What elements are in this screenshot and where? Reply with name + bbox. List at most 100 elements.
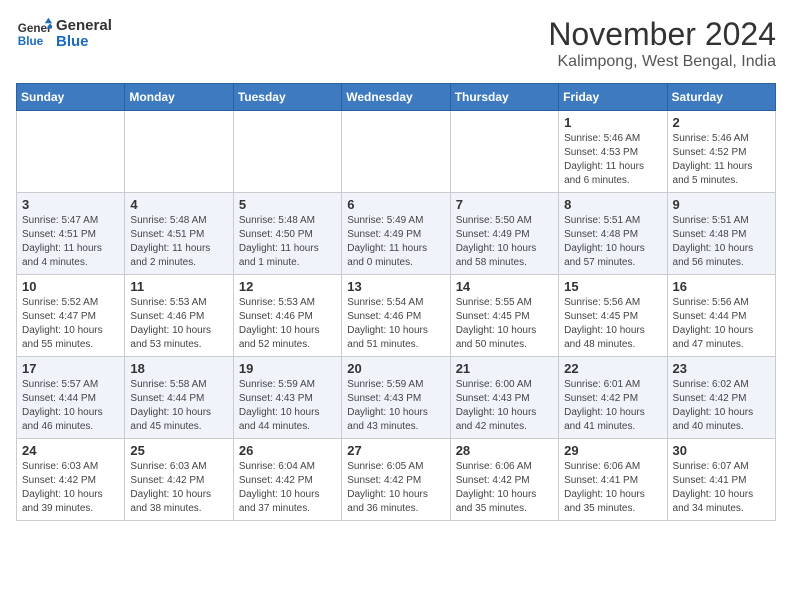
- day-info: Sunrise: 6:06 AM Sunset: 4:42 PM Dayligh…: [456, 460, 553, 516]
- day-number: 3: [22, 197, 119, 212]
- day-number: 23: [673, 361, 770, 376]
- logo-icon: General Blue: [16, 16, 52, 52]
- calendar-day-cell: 23 Sunrise: 6:02 AM Sunset: 4:42 PM Dayli…: [667, 357, 775, 439]
- day-number: 18: [130, 361, 227, 376]
- day-number: 19: [239, 361, 336, 376]
- day-info: Sunrise: 5:58 AM Sunset: 4:44 PM Dayligh…: [130, 378, 227, 434]
- day-info: Sunrise: 6:07 AM Sunset: 4:41 PM Dayligh…: [673, 460, 770, 516]
- calendar-day-cell: 15 Sunrise: 5:56 AM Sunset: 4:45 PM Dayli…: [559, 275, 667, 357]
- day-info: Sunrise: 5:56 AM Sunset: 4:45 PM Dayligh…: [564, 296, 661, 352]
- logo-general-text: General: [56, 18, 112, 35]
- day-number: 6: [347, 197, 444, 212]
- calendar-day-cell: 26 Sunrise: 6:04 AM Sunset: 4:42 PM Dayli…: [233, 439, 341, 521]
- calendar-day-cell: 28 Sunrise: 6:06 AM Sunset: 4:42 PM Dayli…: [450, 439, 558, 521]
- day-number: 1: [564, 115, 661, 130]
- day-number: 9: [673, 197, 770, 212]
- calendar-day-cell: 11Sunrise: 5:53 AM Sunset: 4:46 PM Dayli…: [125, 275, 233, 357]
- title-block: November 2024 Kalimpong, West Bengal, In…: [548, 16, 776, 71]
- day-info: Sunrise: 5:52 AM Sunset: 4:47 PM Dayligh…: [22, 296, 119, 352]
- day-info: Sunrise: 5:46 AM Sunset: 4:53 PM Dayligh…: [564, 132, 661, 188]
- day-info: Sunrise: 6:04 AM Sunset: 4:42 PM Dayligh…: [239, 460, 336, 516]
- day-info: Sunrise: 6:05 AM Sunset: 4:42 PM Dayligh…: [347, 460, 444, 516]
- calendar-day-cell: [450, 111, 558, 193]
- calendar-day-cell: 16 Sunrise: 5:56 AM Sunset: 4:44 PM Dayli…: [667, 275, 775, 357]
- calendar-day-cell: 5Sunrise: 5:48 AM Sunset: 4:50 PM Daylig…: [233, 193, 341, 275]
- day-header-tuesday: Tuesday: [233, 84, 341, 111]
- calendar-header-row: SundayMondayTuesdayWednesdayThursdayFrid…: [17, 84, 776, 111]
- calendar-day-cell: 21Sunrise: 6:00 AM Sunset: 4:43 PM Dayli…: [450, 357, 558, 439]
- day-number: 4: [130, 197, 227, 212]
- calendar-day-cell: 1 Sunrise: 5:46 AM Sunset: 4:53 PM Daylig…: [559, 111, 667, 193]
- day-info: Sunrise: 5:57 AM Sunset: 4:44 PM Dayligh…: [22, 378, 119, 434]
- day-number: 5: [239, 197, 336, 212]
- calendar-day-cell: 8Sunrise: 5:51 AM Sunset: 4:48 PM Daylig…: [559, 193, 667, 275]
- calendar-week-row: 3 Sunrise: 5:47 AM Sunset: 4:51 PM Daylig…: [17, 193, 776, 275]
- calendar-day-cell: 19 Sunrise: 5:59 AM Sunset: 4:43 PM Dayli…: [233, 357, 341, 439]
- calendar-day-cell: [125, 111, 233, 193]
- day-header-thursday: Thursday: [450, 84, 558, 111]
- day-number: 29: [564, 443, 661, 458]
- day-number: 24: [22, 443, 119, 458]
- day-header-wednesday: Wednesday: [342, 84, 450, 111]
- day-header-monday: Monday: [125, 84, 233, 111]
- calendar-day-cell: 13Sunrise: 5:54 AM Sunset: 4:46 PM Dayli…: [342, 275, 450, 357]
- day-info: Sunrise: 5:49 AM Sunset: 4:49 PM Dayligh…: [347, 214, 444, 270]
- calendar-day-cell: 22Sunrise: 6:01 AM Sunset: 4:42 PM Dayli…: [559, 357, 667, 439]
- day-header-sunday: Sunday: [17, 84, 125, 111]
- day-number: 26: [239, 443, 336, 458]
- logo: General Blue General Blue: [16, 16, 112, 52]
- day-number: 10: [22, 279, 119, 294]
- calendar-week-row: 10 Sunrise: 5:52 AM Sunset: 4:47 PM Dayli…: [17, 275, 776, 357]
- day-info: Sunrise: 5:56 AM Sunset: 4:44 PM Dayligh…: [673, 296, 770, 352]
- calendar-week-row: 24 Sunrise: 6:03 AM Sunset: 4:42 PM Dayli…: [17, 439, 776, 521]
- day-number: 13: [347, 279, 444, 294]
- calendar-day-cell: 6 Sunrise: 5:49 AM Sunset: 4:49 PM Daylig…: [342, 193, 450, 275]
- logo-blue-text: Blue: [56, 34, 112, 51]
- day-header-friday: Friday: [559, 84, 667, 111]
- day-info: Sunrise: 6:03 AM Sunset: 4:42 PM Dayligh…: [130, 460, 227, 516]
- svg-text:General: General: [18, 22, 52, 35]
- location-title: Kalimpong, West Bengal, India: [548, 53, 776, 71]
- day-info: Sunrise: 5:50 AM Sunset: 4:49 PM Dayligh…: [456, 214, 553, 270]
- page-header: General Blue General Blue November 2024 …: [16, 16, 776, 71]
- day-number: 16: [673, 279, 770, 294]
- day-number: 22: [564, 361, 661, 376]
- calendar-day-cell: 30Sunrise: 6:07 AM Sunset: 4:41 PM Dayli…: [667, 439, 775, 521]
- svg-text:Blue: Blue: [18, 35, 44, 48]
- day-number: 11: [130, 279, 227, 294]
- day-number: 14: [456, 279, 553, 294]
- calendar-day-cell: 25Sunrise: 6:03 AM Sunset: 4:42 PM Dayli…: [125, 439, 233, 521]
- calendar-day-cell: 24 Sunrise: 6:03 AM Sunset: 4:42 PM Dayli…: [17, 439, 125, 521]
- calendar-day-cell: 17Sunrise: 5:57 AM Sunset: 4:44 PM Dayli…: [17, 357, 125, 439]
- calendar-day-cell: [342, 111, 450, 193]
- month-title: November 2024: [548, 16, 776, 53]
- calendar-day-cell: 9 Sunrise: 5:51 AM Sunset: 4:48 PM Daylig…: [667, 193, 775, 275]
- day-info: Sunrise: 6:03 AM Sunset: 4:42 PM Dayligh…: [22, 460, 119, 516]
- day-info: Sunrise: 5:59 AM Sunset: 4:43 PM Dayligh…: [239, 378, 336, 434]
- calendar-table: SundayMondayTuesdayWednesdayThursdayFrid…: [16, 83, 776, 521]
- calendar-day-cell: 3 Sunrise: 5:47 AM Sunset: 4:51 PM Daylig…: [17, 193, 125, 275]
- calendar-day-cell: 4Sunrise: 5:48 AM Sunset: 4:51 PM Daylig…: [125, 193, 233, 275]
- calendar-day-cell: 10 Sunrise: 5:52 AM Sunset: 4:47 PM Dayli…: [17, 275, 125, 357]
- day-info: Sunrise: 5:47 AM Sunset: 4:51 PM Dayligh…: [22, 214, 119, 270]
- day-info: Sunrise: 6:02 AM Sunset: 4:42 PM Dayligh…: [673, 378, 770, 434]
- day-number: 20: [347, 361, 444, 376]
- calendar-day-cell: 14 Sunrise: 5:55 AM Sunset: 4:45 PM Dayli…: [450, 275, 558, 357]
- calendar-day-cell: 29 Sunrise: 6:06 AM Sunset: 4:41 PM Dayli…: [559, 439, 667, 521]
- day-info: Sunrise: 5:46 AM Sunset: 4:52 PM Dayligh…: [673, 132, 770, 188]
- day-number: 15: [564, 279, 661, 294]
- calendar-day-cell: 12 Sunrise: 5:53 AM Sunset: 4:46 PM Dayli…: [233, 275, 341, 357]
- calendar-day-cell: 27 Sunrise: 6:05 AM Sunset: 4:42 PM Dayli…: [342, 439, 450, 521]
- day-info: Sunrise: 5:53 AM Sunset: 4:46 PM Dayligh…: [239, 296, 336, 352]
- calendar-day-cell: [233, 111, 341, 193]
- day-number: 27: [347, 443, 444, 458]
- day-number: 8: [564, 197, 661, 212]
- day-info: Sunrise: 6:06 AM Sunset: 4:41 PM Dayligh…: [564, 460, 661, 516]
- day-info: Sunrise: 5:51 AM Sunset: 4:48 PM Dayligh…: [673, 214, 770, 270]
- day-number: 28: [456, 443, 553, 458]
- day-number: 7: [456, 197, 553, 212]
- day-number: 12: [239, 279, 336, 294]
- calendar-day-cell: [17, 111, 125, 193]
- day-info: Sunrise: 5:55 AM Sunset: 4:45 PM Dayligh…: [456, 296, 553, 352]
- calendar-day-cell: 7 Sunrise: 5:50 AM Sunset: 4:49 PM Daylig…: [450, 193, 558, 275]
